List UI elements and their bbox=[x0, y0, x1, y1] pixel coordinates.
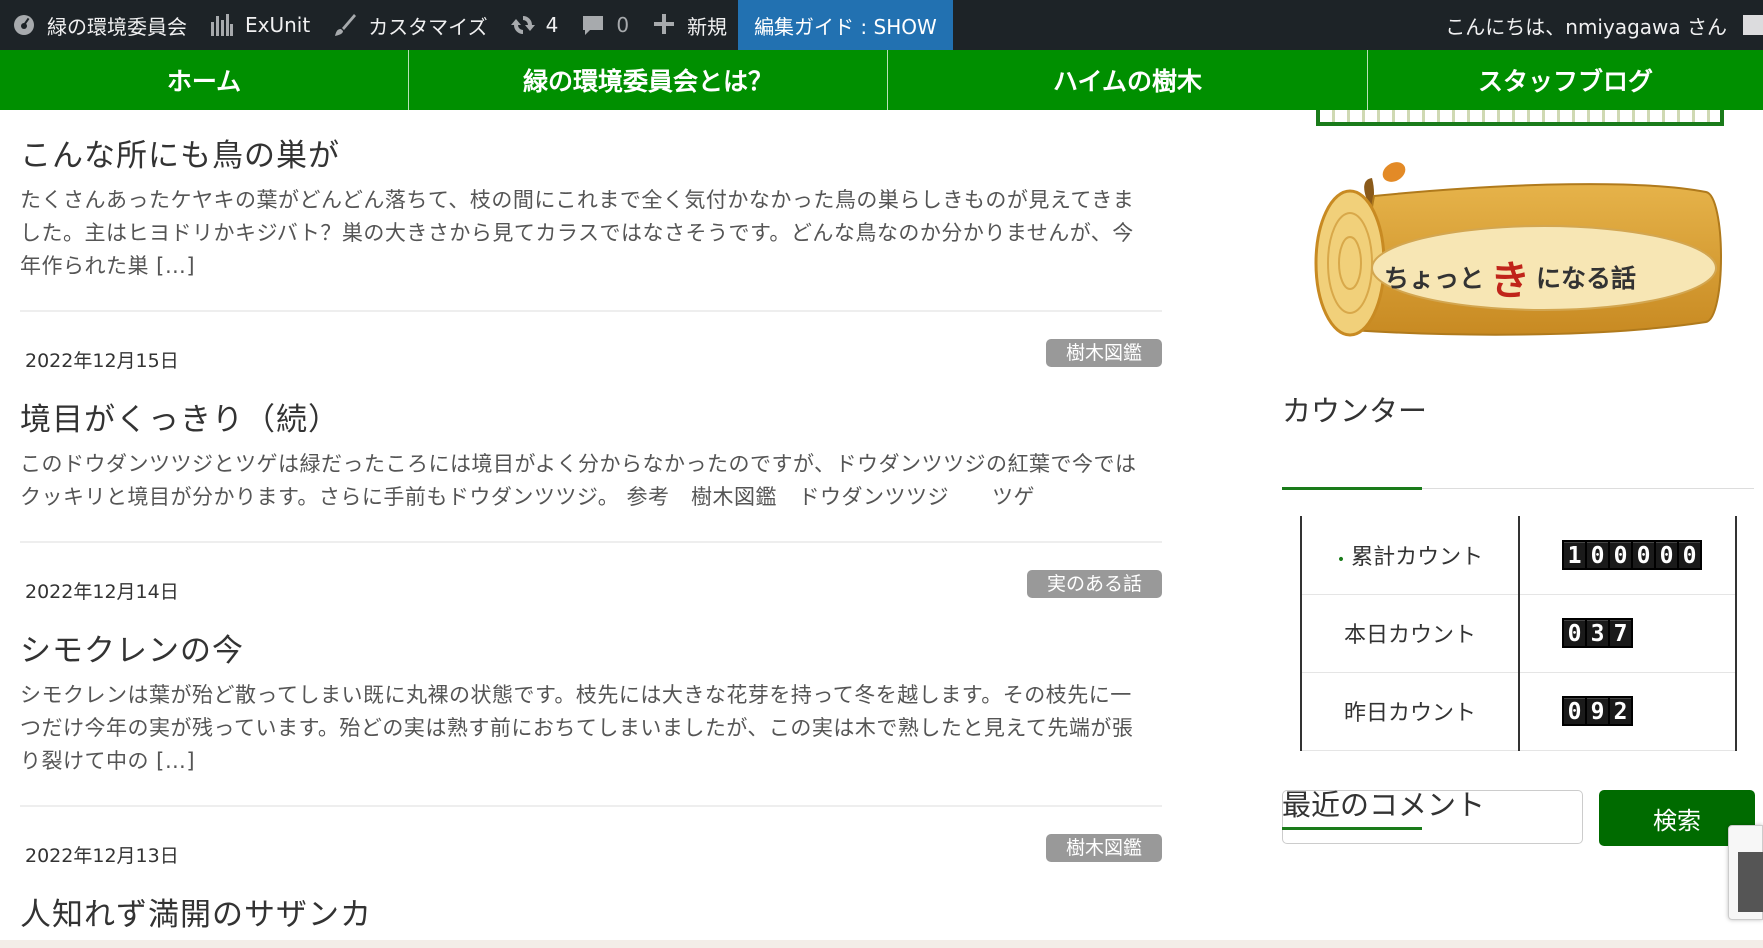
banner-text: ちょっと bbox=[1384, 264, 1485, 293]
nav-item-home[interactable]: ホーム bbox=[0, 50, 409, 110]
excerpt-line: つだけ今年の実が残っています。殆どの実は熟す前におちてしまいましたが、この実は木… bbox=[20, 716, 1134, 740]
nav-item-staff-blog[interactable]: スタッフブログ bbox=[1368, 50, 1763, 110]
post-category-badge[interactable]: 樹木図鑑 bbox=[1045, 834, 1162, 862]
post-excerpt: このドウダンツツジとツゲは緑だったころには境目がよく分からなかったのですが、ドウ… bbox=[20, 448, 1137, 514]
widget-accent-line bbox=[1282, 827, 1422, 830]
recaptcha-badge[interactable] bbox=[1728, 825, 1763, 920]
sidebar: ちょっと き になる話 カウンター • 累計カウント 1 0 0 0 0 0 本日… bbox=[1282, 110, 1763, 948]
refresh-icon bbox=[510, 12, 536, 38]
digit: 0 bbox=[1656, 541, 1677, 569]
site-name: 緑の環境委員会 bbox=[47, 14, 187, 39]
global-nav: ホーム 緑の環境委員会とは？ ハイムの樹木 スタッフブログ bbox=[0, 50, 1763, 110]
post-excerpt: たくさんあったケヤキの葉がどんどん落ちて、枝の間にこれまで全く気付かなかった鳥の… bbox=[20, 184, 1134, 283]
counter-table: • 累計カウント 1 0 0 0 0 0 本日カウント 0 3 7 昨日カウント… bbox=[1300, 516, 1737, 751]
comments-count: 0 bbox=[616, 13, 630, 37]
customize-link[interactable]: カスタマイズ bbox=[321, 0, 498, 50]
excerpt-line: した。主はヒヨドリかキジバト？巣の大きさから見てカラスではなさそうです。どんな鳥… bbox=[20, 221, 1134, 245]
counter-row: 昨日カウント 0 9 2 bbox=[1300, 672, 1737, 751]
post-divider bbox=[20, 541, 1162, 543]
digit: 1 bbox=[1564, 541, 1585, 569]
exunit-label: ExUnit bbox=[245, 13, 311, 37]
post-title[interactable]: こんな所にも鳥の巣が bbox=[20, 130, 340, 175]
counter-value-cell: 0 3 7 bbox=[1518, 594, 1737, 673]
banner-kanji: き bbox=[1490, 258, 1531, 304]
digit: 0 bbox=[1564, 620, 1585, 647]
greeting: こんにちは、nmiyagawa さん bbox=[1445, 14, 1727, 39]
digit: 0 bbox=[1610, 541, 1631, 569]
counter-widget-title: カウンター bbox=[1282, 394, 1428, 428]
recent-comments-title: 最近のコメント bbox=[1282, 788, 1486, 822]
comments-link[interactable]: 0 bbox=[569, 0, 640, 50]
counter-digits: 1 0 0 0 0 0 bbox=[1562, 539, 1702, 570]
digit: 2 bbox=[1610, 698, 1631, 725]
post-date: 2022年12月13日 bbox=[25, 845, 179, 867]
digit: 9 bbox=[1587, 698, 1608, 725]
digit: 0 bbox=[1587, 541, 1608, 569]
updates-count: 4 bbox=[545, 13, 559, 37]
account-menu[interactable]: こんにちは、nmiyagawa さん bbox=[1445, 0, 1763, 50]
edit-guide-toggle[interactable]: 編集ガイド : SHOW bbox=[738, 0, 953, 50]
customize-label: カスタマイズ bbox=[368, 14, 488, 39]
counter-digits: 0 3 7 bbox=[1562, 618, 1633, 648]
excerpt-line: たくさんあったケヤキの葉がどんどん落ちて、枝の間にこれまで全く気付かなかった鳥の… bbox=[20, 188, 1135, 212]
banner-text-after: になる話 bbox=[1536, 264, 1637, 293]
footer-strip bbox=[0, 940, 1763, 948]
widget-accent-line bbox=[1282, 487, 1422, 490]
new-content-link[interactable]: 新規 bbox=[640, 0, 738, 50]
counter-digits: 0 9 2 bbox=[1562, 696, 1633, 726]
counter-label-cell: 昨日カウント bbox=[1300, 672, 1520, 751]
nav-item-trees[interactable]: ハイムの樹木 bbox=[888, 50, 1368, 110]
brush-icon bbox=[332, 12, 358, 38]
digit: 7 bbox=[1610, 620, 1631, 647]
top-banner-image[interactable] bbox=[1316, 110, 1724, 126]
site-name-link[interactable]: 緑の環境委員会 bbox=[0, 0, 198, 50]
counter-label: 累計カウント bbox=[1351, 544, 1484, 570]
excerpt-line: クッキリと境目が分かります。さらに手前もドウダンツツジ。 参考 樹木図鑑 ドウダ… bbox=[20, 485, 1035, 509]
post-title[interactable]: 人知れず満開のサザンカ bbox=[20, 889, 372, 934]
post-date: 2022年12月15日 bbox=[25, 350, 179, 372]
counter-row: 本日カウント 0 3 7 bbox=[1300, 594, 1737, 673]
avatar bbox=[1743, 15, 1763, 35]
excerpt-line: り裂けて中の […] bbox=[20, 749, 196, 773]
digit: 0 bbox=[1564, 698, 1585, 725]
post-excerpt: シモクレンは葉が殆ど散ってしまい既に丸裸の状態です。枝先には大きな花芽を持って冬… bbox=[20, 679, 1133, 778]
plus-icon bbox=[651, 12, 677, 38]
digit: 3 bbox=[1587, 620, 1608, 647]
counter-label: 本日カウント bbox=[1343, 623, 1476, 648]
excerpt-line: 年作られた巣 […] bbox=[20, 254, 196, 278]
post-category-badge[interactable]: 実のある話 bbox=[1026, 570, 1162, 598]
counter-label-cell: • 累計カウント bbox=[1300, 516, 1520, 595]
dashboard-icon bbox=[11, 12, 37, 38]
digit: 0 bbox=[1633, 541, 1654, 569]
counter-row: • 累計カウント 1 0 0 0 0 0 bbox=[1300, 516, 1737, 595]
counter-label-cell: 本日カウント bbox=[1300, 594, 1520, 673]
digit: 0 bbox=[1679, 541, 1700, 569]
banner-caption: ちょっと き になる話 bbox=[1384, 248, 1636, 306]
exunit-icon bbox=[209, 12, 235, 38]
excerpt-line: このドウダンツツジとツゲは緑だったころには境目がよく分からなかったのですが、ドウ… bbox=[20, 452, 1137, 476]
recaptcha-icon bbox=[1738, 852, 1763, 912]
nav-item-about[interactable]: 緑の環境委員会とは？ bbox=[409, 50, 888, 110]
counter-label: 昨日カウント bbox=[1343, 701, 1476, 726]
post-date: 2022年12月14日 bbox=[25, 581, 179, 603]
updates-link[interactable]: 4 bbox=[499, 0, 570, 50]
counter-value-cell: 0 9 2 bbox=[1518, 672, 1737, 751]
post-title[interactable]: シモクレンの今 bbox=[20, 625, 244, 670]
counter-value-cell: 1 0 0 0 0 0 bbox=[1518, 516, 1737, 595]
new-label: 新規 bbox=[687, 14, 728, 39]
excerpt-line: シモクレンは葉が殆ど散ってしまい既に丸裸の状態です。枝先には大きな花芽を持って冬… bbox=[20, 683, 1132, 707]
post-divider bbox=[20, 310, 1162, 312]
post-category-badge[interactable]: 樹木図鑑 bbox=[1045, 339, 1162, 367]
comment-icon bbox=[580, 12, 606, 38]
post-title[interactable]: 境目がくっきり（続） bbox=[20, 394, 340, 439]
bullet-icon: • bbox=[1336, 551, 1346, 568]
exunit-link[interactable]: ExUnit bbox=[198, 0, 321, 50]
post-divider bbox=[20, 805, 1162, 807]
kininaru-banner[interactable]: ちょっと き になる話 bbox=[1314, 160, 1726, 340]
admin-bar: 緑の環境委員会 ExUnit カスタマイズ 4 0 新規 編集ガイド : SHO… bbox=[0, 0, 1763, 50]
